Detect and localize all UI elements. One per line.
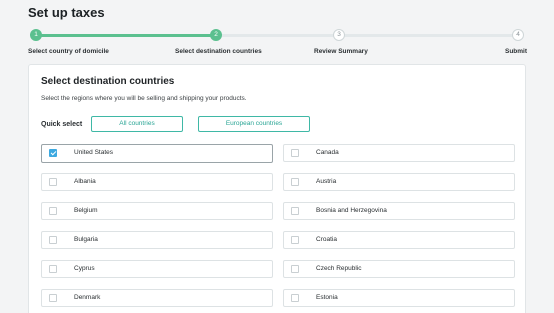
be-flag-icon [62, 208, 71, 214]
step-3-indicator: 3 [333, 29, 345, 41]
bg-flag-icon [62, 237, 71, 243]
step-1-label: Select country of domicile [28, 48, 109, 55]
checkbox[interactable] [291, 265, 299, 273]
checkbox[interactable] [49, 207, 57, 215]
quick-select-label: Quick select [41, 121, 83, 128]
step-2-indicator: 2 [210, 29, 222, 41]
country-option-croatia[interactable]: Croatia [283, 231, 515, 249]
country-option-denmark[interactable]: Denmark [41, 289, 273, 307]
country-name: Bosnia and Herzegovina [316, 207, 387, 214]
destination-countries-card: Select destination countries Select the … [28, 64, 526, 313]
ca-flag-icon [304, 150, 313, 156]
country-name: Denmark [74, 294, 101, 301]
country-option-cyprus[interactable]: Cyprus [41, 260, 273, 278]
checkbox[interactable] [49, 236, 57, 244]
card-title: Select destination countries [41, 76, 175, 87]
hr-flag-icon [304, 237, 313, 243]
step-2-label: Select destination countries [175, 48, 262, 55]
stepper-track-remaining [216, 34, 518, 37]
dk-flag-icon [62, 295, 71, 301]
country-name: Estonia [316, 294, 338, 301]
stepper-track-completed [36, 34, 216, 37]
checkbox[interactable] [291, 294, 299, 302]
cy-flag-icon [62, 266, 71, 272]
checkbox-checked[interactable] [49, 149, 57, 157]
country-option-united-states[interactable]: United States [41, 144, 273, 163]
step-4-indicator: 4 [512, 29, 524, 41]
checkbox[interactable] [49, 265, 57, 273]
all-countries-button[interactable]: All countries [91, 116, 183, 132]
country-option-canada[interactable]: Canada [283, 144, 515, 162]
country-name: Croatia [316, 236, 337, 243]
progress-stepper: 1 2 3 4 Select country of domicile Selec… [0, 27, 554, 59]
country-name: Canada [316, 149, 339, 156]
country-name: Czech Republic [316, 265, 362, 272]
al-flag-icon [62, 179, 71, 185]
country-name: United States [74, 149, 114, 156]
step-4-label: Submit [505, 48, 528, 55]
country-name: Belgium [74, 207, 98, 214]
european-countries-button[interactable]: European countries [198, 116, 310, 132]
cz-flag-icon [304, 266, 313, 272]
country-name: Austria [316, 178, 337, 185]
country-option-czech-republic[interactable]: Czech Republic [283, 260, 515, 278]
checkbox[interactable] [291, 236, 299, 244]
country-option-estonia[interactable]: Estonia [283, 289, 515, 307]
step-1-indicator: 1 [30, 29, 42, 41]
country-option-austria[interactable]: Austria [283, 173, 515, 191]
us-flag-icon [62, 150, 71, 156]
country-option-belgium[interactable]: Belgium [41, 202, 273, 220]
country-option-bosnia-and-herzegovina[interactable]: Bosnia and Herzegovina [283, 202, 515, 220]
page-title: Set up taxes [28, 5, 105, 20]
checkbox[interactable] [291, 178, 299, 186]
ee-flag-icon [304, 295, 313, 301]
checkbox[interactable] [291, 207, 299, 215]
step-3-label: Review Summary [314, 48, 368, 55]
checkbox[interactable] [49, 178, 57, 186]
country-name: Bulgaria [74, 236, 98, 243]
country-option-bulgaria[interactable]: Bulgaria [41, 231, 273, 249]
checkbox[interactable] [49, 294, 57, 302]
country-option-albania[interactable]: Albania [41, 173, 273, 191]
country-name: Albania [74, 178, 96, 185]
at-flag-icon [304, 179, 313, 185]
card-description: Select the regions where you will be sel… [41, 95, 247, 102]
checkbox[interactable] [291, 149, 299, 157]
country-name: Cyprus [74, 265, 95, 272]
ba-flag-icon [304, 208, 313, 214]
